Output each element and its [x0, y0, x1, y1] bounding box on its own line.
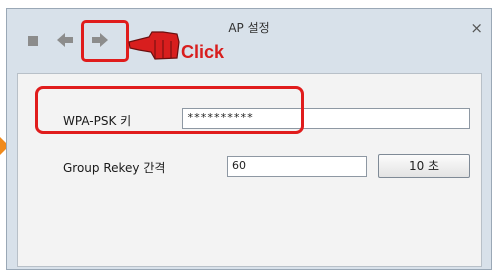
rekey-interval-label: Group Rekey 간격 — [63, 161, 166, 175]
rekey-unit-button[interactable]: 10 초 — [378, 154, 470, 178]
window-title: AP 설정 — [228, 21, 270, 35]
click-annotation-label: Click — [181, 42, 225, 62]
square-icon[interactable] — [28, 36, 38, 46]
ap-settings-window: Click AP 설정 × WPA-PSK 키 ********** Group… — [6, 8, 492, 270]
rekey-interval-input[interactable]: 60 — [227, 156, 367, 177]
title-bar: Click AP 설정 × — [7, 9, 491, 67]
close-icon[interactable]: × — [470, 21, 483, 36]
psk-field-highlight — [35, 86, 304, 134]
